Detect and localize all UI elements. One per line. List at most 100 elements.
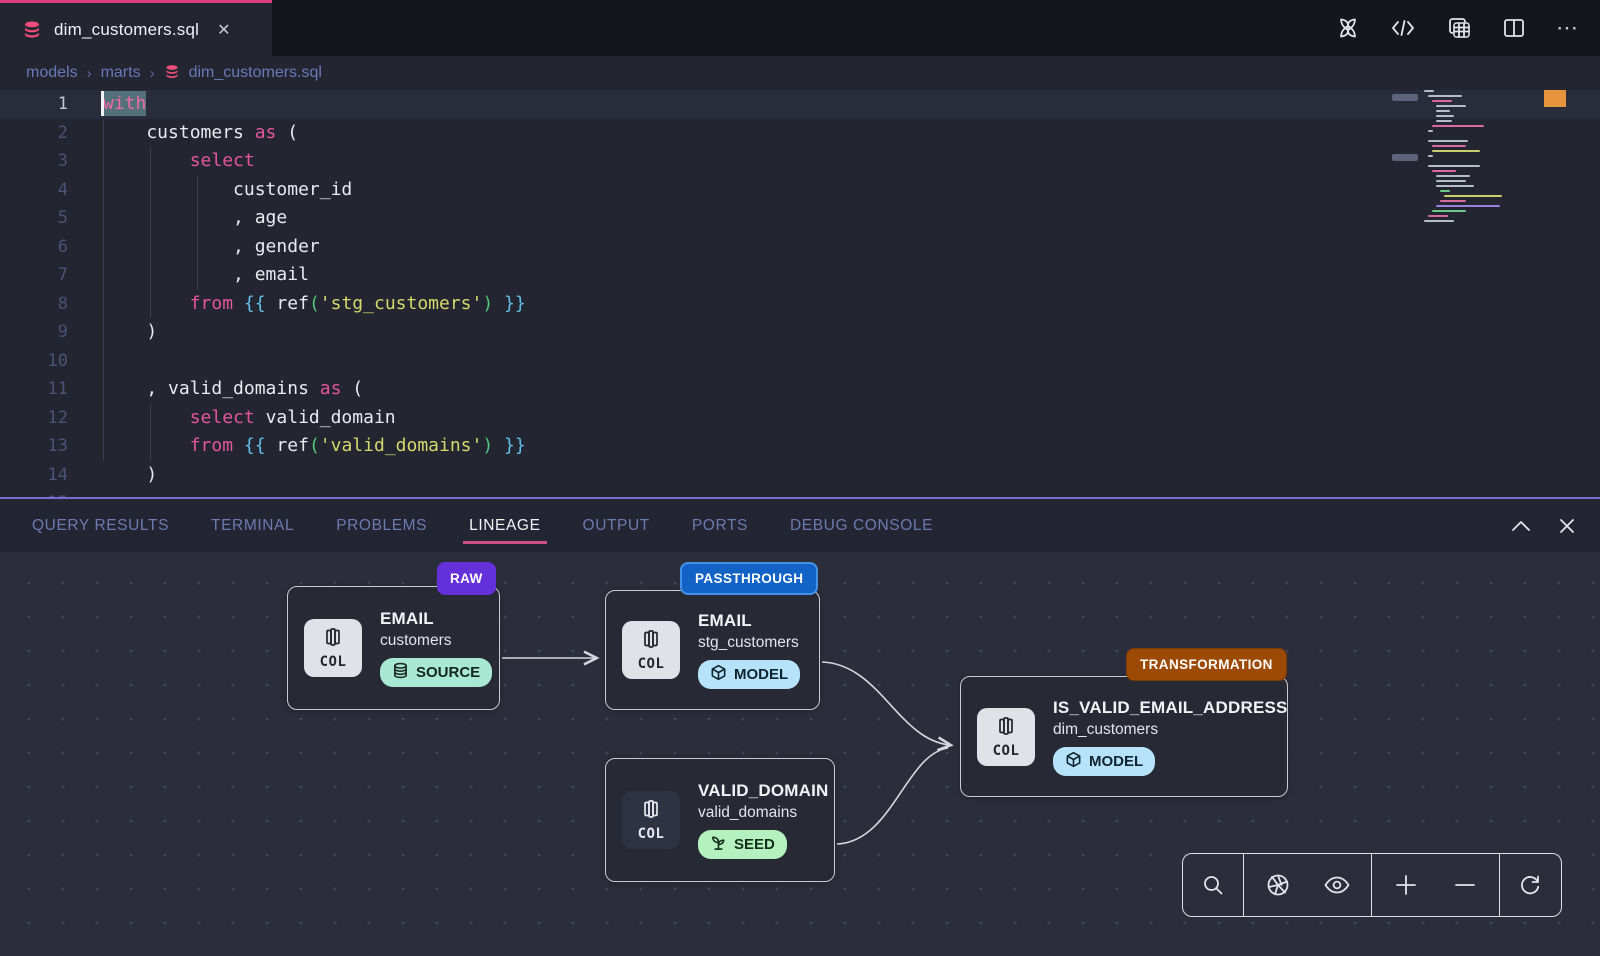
line-number: 11	[0, 375, 68, 404]
code-text	[68, 489, 103, 497]
line-number: 15	[0, 489, 68, 497]
lineage-toolbar	[1182, 853, 1562, 917]
lineage-node-stg-customers[interactable]: COLEMAILstg_customersMODEL	[605, 590, 820, 710]
code-line[interactable]: 2 customers as (	[0, 119, 1600, 148]
panel-tab-ports[interactable]: PORTS	[692, 503, 748, 549]
zoom-in-icon[interactable]	[1382, 861, 1430, 909]
code-line[interactable]: 7 , email	[0, 261, 1600, 290]
code-text: , email	[68, 261, 309, 290]
panel-tab-query-results[interactable]: QUERY RESULTS	[32, 503, 169, 549]
node-tag-raw: RAW	[437, 562, 496, 595]
line-number: 3	[0, 147, 68, 176]
code-text: select	[68, 147, 255, 176]
panel-tab-lineage[interactable]: LINEAGE	[469, 503, 540, 549]
code-line[interactable]: 13 from {{ ref('valid_domains') }}	[0, 432, 1600, 461]
lineage-node-customers[interactable]: COL EMAIL customers SOURCE	[287, 586, 500, 710]
code-line[interactable]: 3 select	[0, 147, 1600, 176]
code-line[interactable]: 15	[0, 489, 1600, 497]
tab-close-icon[interactable]: ✕	[217, 20, 230, 40]
breadcrumb-item[interactable]: dim_customers.sql	[189, 64, 322, 82]
node-subtitle: valid_domains	[698, 804, 829, 822]
node-subtitle: stg_customers	[698, 634, 800, 652]
panel-close-icon[interactable]	[1558, 517, 1576, 535]
node-subtitle: dim_customers	[1053, 721, 1288, 739]
column-chip: COL	[622, 621, 680, 679]
eye-icon[interactable]	[1313, 861, 1361, 909]
minimap-range-marker	[1392, 94, 1418, 101]
code-line[interactable]: 14 )	[0, 461, 1600, 490]
code-text: with	[68, 90, 146, 119]
node-title: IS_VALID_EMAIL_ADDRESS	[1053, 698, 1288, 718]
refresh-icon[interactable]	[1506, 861, 1554, 909]
code-line[interactable]: 11 , valid_domains as (	[0, 375, 1600, 404]
code-line[interactable]: 12 select valid_domain	[0, 404, 1600, 433]
minimap-range-marker	[1392, 154, 1418, 161]
line-number: 4	[0, 176, 68, 205]
panel-tab-output[interactable]: OUTPUT	[583, 503, 650, 549]
panel-tab-terminal[interactable]: TERMINAL	[211, 503, 294, 549]
code-line[interactable]: 9 )	[0, 318, 1600, 347]
line-number: 2	[0, 119, 68, 148]
node-badge-seed[interactable]: SEED	[698, 830, 787, 859]
code-icon[interactable]	[1390, 18, 1416, 38]
columns-icon	[322, 626, 344, 653]
indent-guide	[150, 147, 151, 318]
code-editor[interactable]: 1with2 customers as (3 select4 customer_…	[0, 90, 1600, 497]
line-number: 5	[0, 204, 68, 233]
code-line[interactable]: 5 , age	[0, 204, 1600, 233]
node-subtitle: customers	[380, 632, 492, 650]
column-chip: COL	[304, 619, 362, 677]
toolbar-group	[1372, 854, 1500, 916]
line-number: 14	[0, 461, 68, 490]
lineage-node-valid-domains[interactable]: COLVALID_DOMAINvalid_domainsSEED	[605, 758, 835, 882]
code-line[interactable]: 8 from {{ ref('stg_customers') }}	[0, 290, 1600, 319]
node-badge-model[interactable]: MODEL	[1053, 747, 1155, 776]
tab-dim-customers[interactable]: dim_customers.sql ✕	[0, 0, 272, 56]
line-number: 13	[0, 432, 68, 461]
database-file-icon	[164, 64, 180, 82]
code-text: , gender	[68, 233, 320, 262]
breadcrumb: models›marts›dim_customers.sql	[0, 56, 1600, 90]
indent-guide	[103, 119, 104, 461]
panel-actions	[1510, 499, 1576, 552]
code-line[interactable]: 10	[0, 347, 1600, 376]
node-tag-passthrough: PASSTHROUGH	[680, 562, 818, 595]
columns-icon	[640, 628, 662, 655]
search-icon[interactable]	[1189, 861, 1237, 909]
editor-tab-bar: dim_customers.sql ✕ ⋯	[0, 0, 1600, 56]
copy-table-icon[interactable]	[1446, 16, 1472, 40]
dbt-logo-icon[interactable]	[1336, 16, 1360, 40]
node-title: EMAIL	[380, 609, 492, 629]
scrollbar-change-marker	[1544, 90, 1566, 107]
more-actions-icon[interactable]: ⋯	[1556, 23, 1578, 33]
node-tag-transformation: TRANSFORMATION	[1126, 648, 1287, 681]
columns-icon	[995, 715, 1017, 742]
split-editor-icon[interactable]	[1502, 17, 1526, 39]
col-chip-label: COL	[320, 654, 347, 670]
lineage-canvas[interactable]: RAWCOLEMAILcustomersSOURCEPASSTHROUGHCOL…	[0, 552, 1600, 956]
panel-tab-problems[interactable]: PROBLEMS	[336, 503, 427, 549]
panel-maximize-icon[interactable]	[1510, 519, 1532, 533]
node-badge-source[interactable]: SOURCE	[380, 658, 492, 687]
code-line[interactable]: 6 , gender	[0, 233, 1600, 262]
panel-tab-debug-console[interactable]: DEBUG CONSOLE	[790, 503, 933, 549]
code-text: from {{ ref('stg_customers') }}	[68, 290, 526, 319]
code-line[interactable]: 4 customer_id	[0, 176, 1600, 205]
ide-window: dim_customers.sql ✕ ⋯ models›marts›dim_c…	[0, 0, 1600, 956]
aperture-icon[interactable]	[1254, 861, 1302, 909]
breadcrumb-item[interactable]: models	[26, 64, 78, 82]
panel-tab-bar: QUERY RESULTS TERMINAL PROBLEMS LINEAGE OUTP…	[0, 499, 1600, 552]
minimap[interactable]	[1420, 90, 1530, 270]
code-text: select valid_domain	[68, 404, 396, 433]
breadcrumb-item[interactable]: marts	[101, 64, 141, 82]
line-number: 8	[0, 290, 68, 319]
toolbar-group	[1244, 854, 1372, 916]
code-line[interactable]: 1with	[0, 90, 1600, 119]
zoom-out-icon[interactable]	[1441, 861, 1489, 909]
indent-guide	[197, 176, 198, 290]
code-text: , valid_domains as (	[68, 375, 363, 404]
code-text: , age	[68, 204, 287, 233]
node-badge-model[interactable]: MODEL	[698, 660, 800, 689]
node-title: VALID_DOMAIN	[698, 781, 829, 801]
lineage-node-dim-customers[interactable]: COLIS_VALID_EMAIL_ADDRESSdim_customersMO…	[960, 676, 1288, 797]
